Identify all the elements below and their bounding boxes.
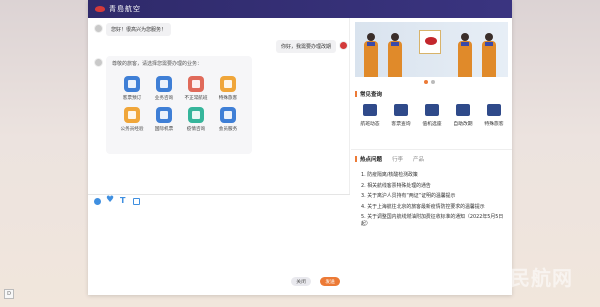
service-option[interactable]: 公务员经验	[116, 107, 148, 132]
corner-label[interactable]: D	[4, 289, 14, 299]
service-option[interactable]: 疫情咨询	[180, 107, 212, 132]
quick-link[interactable]: 航班动态	[357, 104, 383, 127]
banner-dot[interactable]	[431, 80, 435, 84]
international-ticket-icon	[156, 107, 172, 123]
service-menu-title: 尊敬的旅客，请选择您需要办理的业务：	[112, 61, 203, 67]
agent-avatar	[94, 58, 103, 67]
attendant-image	[479, 33, 499, 77]
quick-link[interactable]: 特殊旅客	[481, 104, 507, 127]
airline-emblem	[419, 30, 441, 54]
hot-item-link[interactable]: 1. 防疫隔离/核酸检测政策	[361, 170, 507, 181]
special-passenger-icon	[487, 104, 501, 116]
banner-pagination	[424, 80, 435, 84]
service-option[interactable]: 特殊旅客	[212, 76, 244, 101]
heart-icon[interactable]	[106, 195, 114, 205]
agent-greeting-bubble: 您好！很高兴为您服务！	[106, 23, 172, 36]
hot-tabs: 热点问题 行李 产品	[355, 155, 424, 163]
close-button[interactable]: 关闭	[291, 277, 311, 286]
self-reschedule-icon	[456, 104, 470, 116]
title-bar: 青島航空	[88, 0, 512, 18]
user-message-bubble: 你好，我需要办理改期	[276, 40, 337, 53]
service-option-label: 客票预订	[122, 96, 142, 101]
ticket-query-icon	[394, 104, 408, 116]
image-icon[interactable]	[133, 198, 140, 205]
quick-link-label: 自助改期	[453, 122, 473, 127]
quick-link[interactable]: 自助改期	[450, 104, 476, 127]
special-passenger-icon	[220, 76, 236, 92]
quick-link-label: 特殊旅客	[484, 122, 504, 127]
service-option-label: 不正常航班	[184, 96, 208, 101]
service-option-label: 会员服务	[218, 127, 238, 132]
smile-icon[interactable]	[94, 198, 101, 205]
composer-toolbar	[88, 194, 350, 208]
attendant-image	[455, 33, 475, 77]
service-menu-card: 尊敬的旅客，请选择您需要办理的业务： 客票预订 业务咨询 不正常航班 特殊旅客公务员经…	[106, 56, 252, 154]
seat-selection-icon	[425, 104, 439, 116]
service-option-label: 国际机票	[154, 127, 174, 132]
service-option-label: 公务员经验	[120, 127, 144, 132]
hot-tab[interactable]: 行李	[392, 155, 403, 163]
hot-item-link[interactable]: 3. 关于离沪人员持有“两证”证明的温馨提示	[361, 191, 507, 202]
service-option[interactable]: 会员服务	[212, 107, 244, 132]
divider	[351, 149, 512, 150]
service-option[interactable]: 客票预订	[116, 76, 148, 101]
hot-tab[interactable]: 热点问题	[355, 155, 382, 163]
flight-status-icon	[363, 104, 377, 116]
hot-item-link[interactable]: 4. 关于上海航往北京的旅客最新疫情防控要求的温馨提示	[361, 202, 507, 213]
quick-links: 航班动态 客票查询 值机选座 自助改期 特殊旅客	[357, 104, 507, 127]
faq-title: 常见查询	[355, 90, 382, 98]
send-button[interactable]: 发送	[320, 277, 340, 286]
service-grid: 客票预订 业务咨询 不正常航班 特殊旅客公务员经验 国际机票 疫情咨询 会员服务	[116, 76, 246, 132]
abnormal-flight-icon	[188, 76, 204, 92]
brand-name: 青島航空	[109, 5, 141, 13]
service-option[interactable]: 不正常航班	[180, 76, 212, 101]
service-option[interactable]: 国际机票	[148, 107, 180, 132]
user-avatar	[339, 41, 348, 50]
info-sidebar: 常见查询 航班动态 客票查询 值机选座 自助改期 特殊旅客 热点问题 行李 产品 1. 防疫…	[351, 18, 512, 295]
text-icon[interactable]	[120, 196, 127, 205]
hot-item-link[interactable]: 2. 相关航线客票特殊处理的通告	[361, 181, 507, 192]
service-option[interactable]: 业务咨询	[148, 76, 180, 101]
quick-link-label: 值机选座	[422, 122, 442, 127]
epidemic-icon	[188, 107, 204, 123]
chat-window: 青島航空 您好！很高兴为您服务！ 你好，我需要办理改期 尊敬的旅客，请选择您需要…	[88, 0, 512, 295]
quick-link[interactable]: 值机选座	[419, 104, 445, 127]
hot-item-link[interactable]: 5. 关于调整国内航线燃油附加费征收标准的通知（2022年5月5日起）	[361, 214, 507, 227]
chat-panel: 您好！很高兴为您服务！ 你好，我需要办理改期 尊敬的旅客，请选择您需要办理的业务…	[88, 18, 350, 194]
quick-link-label: 航班动态	[360, 122, 380, 127]
service-option-label: 业务咨询	[154, 96, 174, 101]
site-watermark: 中国民航网	[468, 266, 573, 290]
consult-icon	[156, 76, 172, 92]
hot-tab[interactable]: 产品	[413, 155, 424, 163]
attendant-image	[385, 33, 405, 77]
airline-logo-icon	[94, 4, 106, 14]
banner-dot[interactable]	[424, 80, 428, 84]
quick-link[interactable]: 客票查询	[388, 104, 414, 127]
message-input[interactable]	[88, 208, 350, 274]
agent-avatar	[94, 24, 103, 33]
hot-list: 1. 防疫隔离/核酸检测政策 2. 相关航线客票特殊处理的通告 3. 关于离沪人员持…	[361, 170, 507, 227]
civil-servant-icon	[124, 107, 140, 123]
quick-link-label: 客票查询	[391, 122, 411, 127]
service-option-label: 疫情咨询	[186, 127, 206, 132]
service-option-label: 特殊旅客	[218, 96, 238, 101]
member-service-icon	[220, 107, 236, 123]
promo-banner[interactable]	[355, 22, 508, 77]
ticket-icon	[124, 76, 140, 92]
attendant-image	[361, 33, 381, 77]
